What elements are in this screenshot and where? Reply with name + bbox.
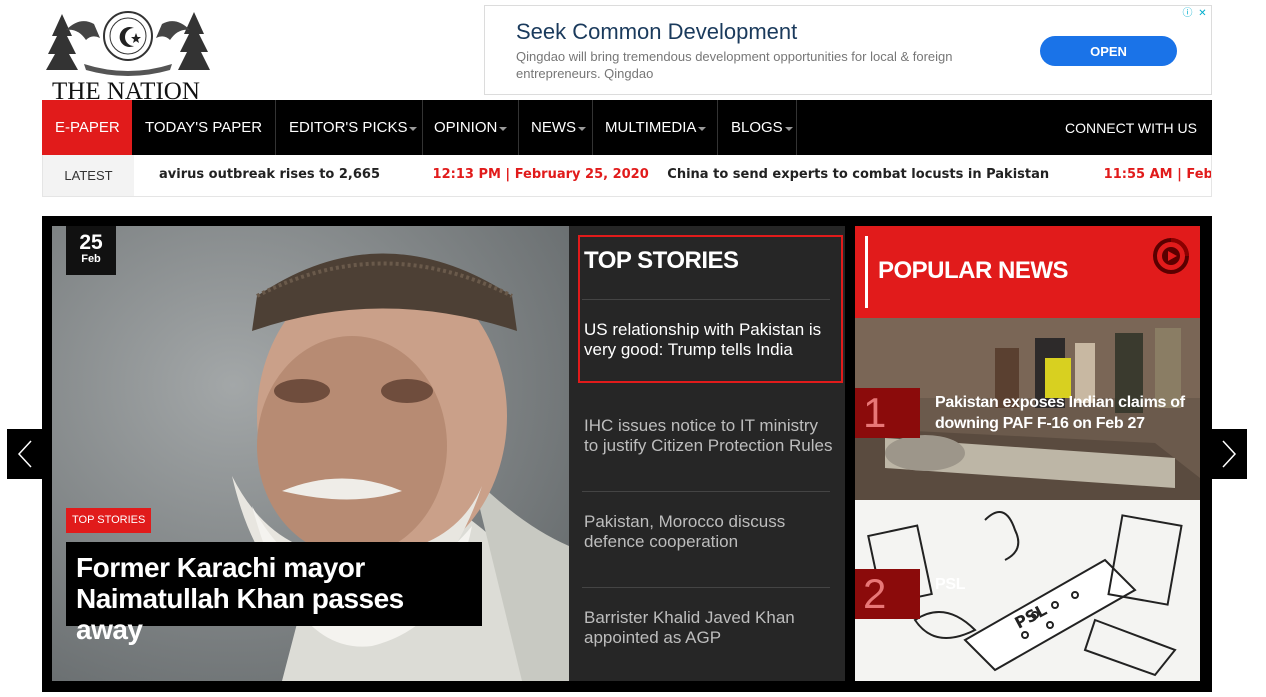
hero-category-tag[interactable]: TOP STORIES bbox=[66, 508, 152, 533]
nav-label: E-PAPER bbox=[55, 119, 120, 136]
popular-news-panel: POPULAR NEWS 1 Pakistan exposes Indian c… bbox=[855, 226, 1200, 681]
nav-item-e-paper[interactable]: E-PAPER bbox=[42, 100, 132, 155]
chevron-down-icon bbox=[578, 126, 586, 131]
rank-number: 2 bbox=[855, 569, 920, 619]
divider bbox=[582, 587, 830, 588]
nav-item-editors-picks[interactable]: EDITOR'S PICKS bbox=[276, 100, 418, 155]
latest-news-ticker: LATEST avirus outbreak rises to 2,665 12… bbox=[42, 155, 1212, 197]
nav-label: TODAY'S PAPER bbox=[145, 119, 263, 136]
main-navigation: E-PAPER TODAY'S PAPER EDITOR'S PICKS OPI… bbox=[42, 100, 1212, 155]
chevron-left-icon bbox=[17, 440, 32, 468]
ticker-headline[interactable]: China to send experts to combat locusts … bbox=[667, 167, 1049, 182]
date-month: Feb bbox=[81, 253, 101, 265]
nav-item-multimedia[interactable]: MULTIMEDIA bbox=[592, 100, 707, 155]
nav-item-todays-paper[interactable]: TODAY'S PAPER bbox=[132, 100, 262, 155]
ad-controls: ⓘ ✕ bbox=[1181, 7, 1209, 20]
divider bbox=[582, 491, 830, 492]
nav-label: BLOGS bbox=[731, 119, 783, 136]
popular-news-title[interactable]: Pakistan exposes Indian claims of downin… bbox=[935, 392, 1195, 434]
hero-slide[interactable]: 25 Feb TOP STORIES Former Karachi mayor … bbox=[52, 226, 569, 681]
slider-next-button[interactable] bbox=[1211, 429, 1247, 479]
play-circle-icon[interactable] bbox=[1152, 237, 1190, 275]
hero-headline[interactable]: Former Karachi mayor Naimatullah Khan pa… bbox=[66, 542, 482, 645]
top-stories-heading: TOP STORIES bbox=[584, 247, 739, 274]
rank-number: 1 bbox=[855, 388, 920, 438]
connect-with-us-link[interactable]: CONNECT WITH US bbox=[1065, 100, 1197, 155]
nav-label: OPINION bbox=[434, 119, 498, 136]
top-stories-panel: TOP STORIES US relationship with Pakista… bbox=[569, 226, 845, 681]
story-item[interactable]: Pakistan, Morocco discuss defence cooper… bbox=[584, 512, 836, 552]
chevron-down-icon bbox=[409, 126, 418, 131]
slider-prev-button[interactable] bbox=[7, 429, 43, 479]
date-day: 25 bbox=[79, 231, 103, 254]
chevron-down-icon bbox=[499, 126, 508, 131]
date-badge: 25 Feb bbox=[66, 226, 116, 275]
nav-item-blogs[interactable]: BLOGS bbox=[718, 100, 793, 155]
popular-news-header: POPULAR NEWS bbox=[855, 226, 1200, 318]
ticker-timestamp: 11:55 AM | February 25, bbox=[1103, 167, 1212, 182]
chevron-down-icon bbox=[784, 126, 793, 131]
ad-open-button[interactable]: OPEN bbox=[1040, 36, 1177, 66]
nav-item-opinion[interactable]: OPINION bbox=[422, 100, 508, 155]
ticker-track: avirus outbreak rises to 2,665 12:13 PM … bbox=[159, 167, 1212, 182]
ad-description: Qingdao will bring tremendous developmen… bbox=[516, 49, 953, 81]
advertisement[interactable]: Seek Common Development Qingdao will bri… bbox=[484, 5, 1212, 95]
nav-item-news[interactable]: NEWS bbox=[518, 100, 586, 155]
header-accent-bar bbox=[865, 236, 868, 308]
ad-title[interactable]: Seek Common Development bbox=[516, 19, 797, 45]
popular-news-heading: POPULAR NEWS bbox=[878, 257, 1069, 284]
nav-label: MULTIMEDIA bbox=[605, 119, 697, 136]
nav-divider bbox=[796, 100, 797, 155]
nav-label: NEWS bbox=[531, 119, 576, 136]
ticker-headline[interactable]: avirus outbreak rises to 2,665 bbox=[159, 167, 380, 182]
popular-news-item[interactable]: PSL 2 PSL bbox=[855, 500, 1200, 681]
logo-emblem-icon bbox=[46, 11, 210, 76]
chevron-right-icon bbox=[1222, 440, 1237, 468]
story-item[interactable]: Barrister Khalid Javed Khan appointed as… bbox=[584, 608, 836, 648]
ticker-timestamp: 12:13 PM | February 25, 2020 bbox=[432, 167, 649, 182]
nav-label: EDITOR'S PICKS bbox=[289, 119, 408, 136]
ticker-label: LATEST bbox=[43, 155, 134, 196]
chevron-down-icon bbox=[698, 126, 707, 131]
popular-news-item[interactable]: 1 Pakistan exposes Indian claims of down… bbox=[855, 318, 1200, 500]
info-icon[interactable]: ⓘ bbox=[1181, 7, 1194, 20]
story-item[interactable]: US relationship with Pakistan is very go… bbox=[584, 320, 836, 360]
close-icon[interactable]: ✕ bbox=[1196, 7, 1209, 20]
site-logo[interactable]: THE NATION bbox=[44, 6, 212, 105]
popular-news-title[interactable]: PSL bbox=[935, 574, 1195, 595]
divider bbox=[582, 299, 830, 300]
story-item[interactable]: IHC issues notice to IT ministry to just… bbox=[584, 416, 836, 456]
